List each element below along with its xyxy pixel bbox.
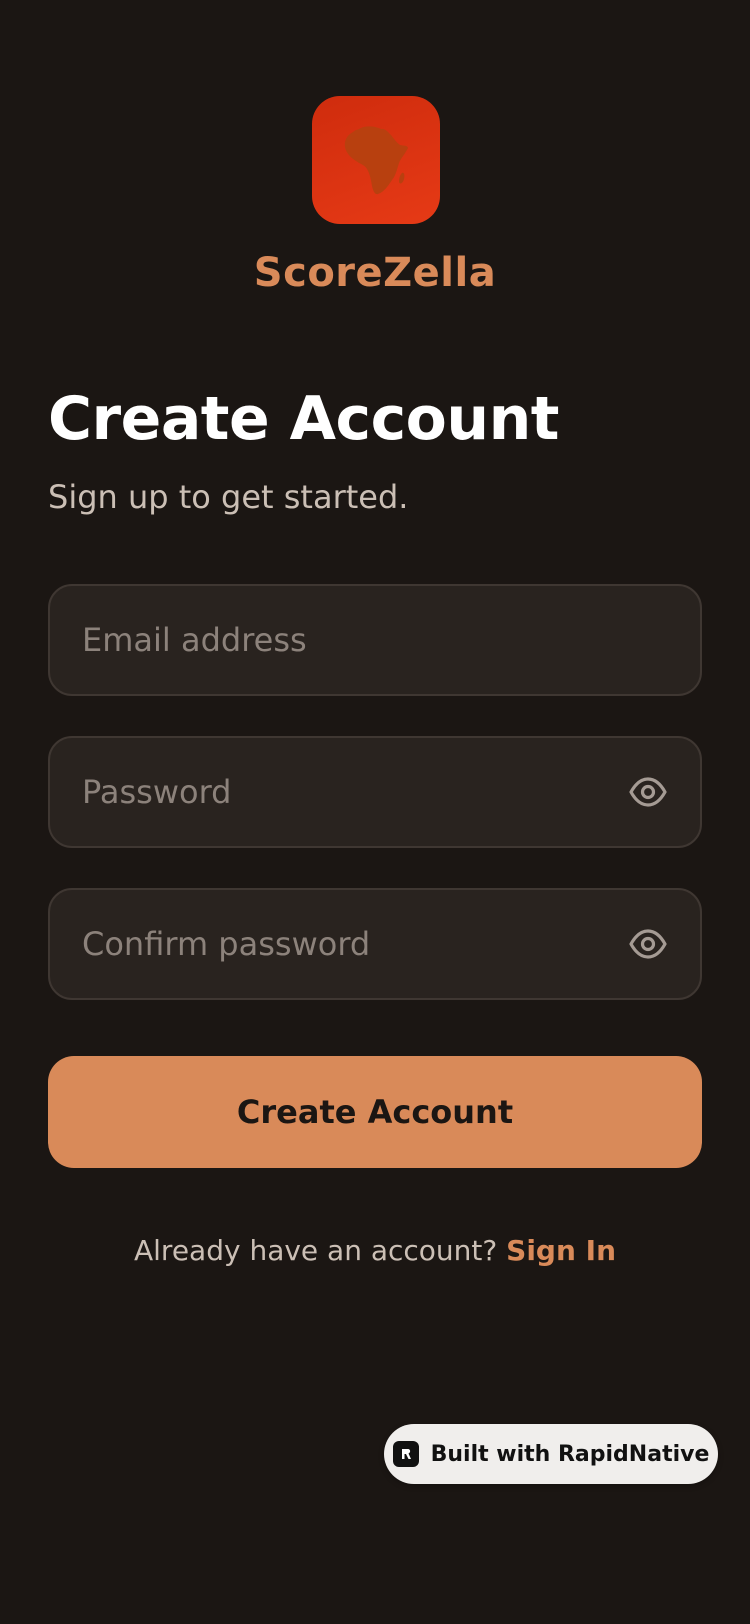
rapidnative-logo-icon [392, 1441, 419, 1467]
password-field[interactable] [48, 736, 702, 848]
brand-name: ScoreZella [253, 250, 497, 296]
email-input[interactable] [82, 621, 668, 659]
badge-label: Built with RapidNative [430, 1441, 710, 1467]
app-logo [312, 96, 440, 224]
africa-map-icon [344, 126, 408, 195]
signup-screen: ScoreZella Create Account Sign up to get… [0, 0, 750, 1624]
page-title: Create Account [48, 384, 559, 454]
confirm-password-input[interactable] [82, 925, 612, 963]
email-field[interactable] [48, 584, 702, 696]
signin-prompt: Already have an account? Sign In [0, 1234, 750, 1267]
built-with-badge[interactable]: Built with RapidNative [384, 1424, 718, 1484]
signin-prompt-text: Already have an account? [133, 1234, 498, 1267]
eye-icon[interactable] [628, 772, 668, 812]
eye-icon[interactable] [628, 924, 668, 964]
create-account-button[interactable]: Create Account [48, 1056, 702, 1168]
password-input[interactable] [82, 773, 612, 811]
page-subtitle: Sign up to get started. [48, 478, 409, 516]
sign-in-link[interactable]: Sign In [506, 1234, 616, 1267]
confirm-password-field[interactable] [48, 888, 702, 1000]
